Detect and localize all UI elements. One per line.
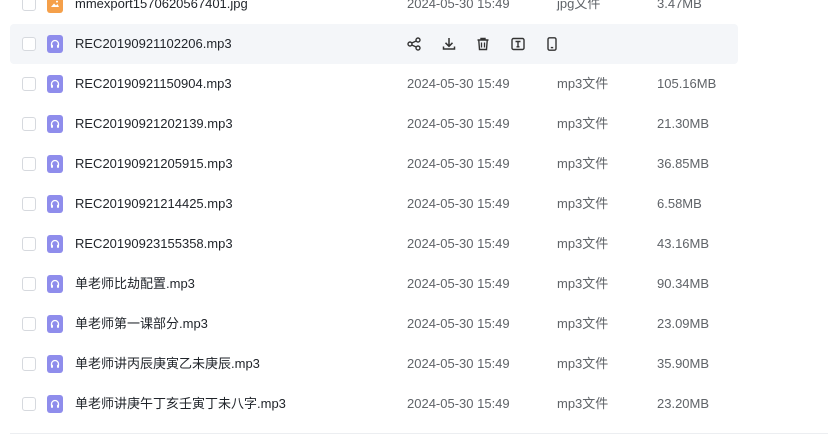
audio-file-icon <box>47 35 63 53</box>
file-row[interactable]: REC20190921202139.mp3 2024-05-30 15:49 mp3… <box>10 104 738 144</box>
file-row[interactable]: mmexport1570620567401.jpg 2024-05-30 15:4… <box>10 0 738 24</box>
row-checkbox[interactable] <box>22 277 36 291</box>
file-name[interactable]: 单老师比劫配置.mp3 <box>75 264 195 304</box>
row-checkbox[interactable] <box>22 117 36 131</box>
file-date: 2024-05-30 15:49 <box>407 316 510 331</box>
row-actions <box>404 24 577 64</box>
file-type: mp3文件 <box>557 396 609 411</box>
row-checkbox[interactable] <box>22 317 36 331</box>
audio-file-icon <box>47 355 63 373</box>
audio-file-icon <box>47 275 63 293</box>
file-size: 43.16MB <box>657 236 710 251</box>
file-date: 2024-05-30 15:49 <box>407 396 510 411</box>
file-size: 6.58MB <box>657 196 702 211</box>
row-checkbox[interactable] <box>22 157 36 171</box>
row-checkbox[interactable] <box>22 77 36 91</box>
file-name[interactable]: 单老师讲庚午丁亥壬寅丁未八字.mp3 <box>75 384 286 424</box>
file-name[interactable]: REC20190921150904.mp3 <box>75 64 232 104</box>
file-size: 105.16MB <box>657 76 717 91</box>
file-size: 23.20MB <box>657 396 710 411</box>
file-name[interactable]: 单老师第一课部分.mp3 <box>75 304 208 344</box>
audio-file-icon <box>47 235 63 253</box>
row-checkbox[interactable] <box>22 237 36 251</box>
file-name[interactable]: REC20190921214425.mp3 <box>75 184 233 224</box>
file-row[interactable]: REC20190923155358.mp3 2024-05-30 15:49 mp3… <box>10 224 738 264</box>
row-checkbox[interactable] <box>22 357 36 371</box>
file-row[interactable]: REC20190921102206.mp3 <box>10 24 738 64</box>
file-size: 35.90MB <box>657 356 710 371</box>
file-row[interactable]: REC20190921214425.mp3 2024-05-30 15:49 mp3… <box>10 184 738 224</box>
file-size: 3.47MB <box>657 0 702 11</box>
audio-file-icon <box>47 75 63 93</box>
row-checkbox[interactable] <box>22 197 36 211</box>
file-row[interactable]: REC20190921150904.mp3 2024-05-30 15:49 mp3… <box>10 64 738 104</box>
rename-icon[interactable] <box>508 34 528 54</box>
file-date: 2024-05-30 15:49 <box>407 276 510 291</box>
file-row[interactable]: 单老师比劫配置.mp3 2024-05-30 15:49 mp3文件 90.34MB <box>10 264 738 304</box>
download-icon[interactable] <box>439 34 459 54</box>
file-row[interactable]: 单老师讲丙辰庚寅乙未庚辰.mp3 2024-05-30 15:49 mp3文件 35.… <box>10 344 738 384</box>
file-date: 2024-05-30 15:49 <box>407 116 510 131</box>
file-row[interactable]: 单老师讲庚午丁亥壬寅丁未八字.mp3 2024-05-30 15:49 mp3文件 2… <box>10 384 738 424</box>
audio-file-icon <box>47 315 63 333</box>
image-file-icon <box>47 0 63 13</box>
row-checkbox[interactable] <box>22 0 36 11</box>
file-date: 2024-05-30 15:49 <box>407 236 510 251</box>
audio-file-icon <box>47 115 63 133</box>
file-type: mp3文件 <box>557 76 609 91</box>
delete-icon[interactable] <box>473 34 493 54</box>
file-name[interactable]: REC20190923155358.mp3 <box>75 224 233 264</box>
file-type: mp3文件 <box>557 236 609 251</box>
file-date: 2024-05-30 15:49 <box>407 156 510 171</box>
file-date: 2024-05-30 15:49 <box>407 356 510 371</box>
file-name[interactable]: REC20190921205915.mp3 <box>75 144 233 184</box>
file-size: 23.09MB <box>657 316 710 331</box>
file-row[interactable]: 单老师第一课部分.mp3 2024-05-30 15:49 mp3文件 23.09MB <box>10 304 738 344</box>
file-row[interactable]: REC20190921205915.mp3 2024-05-30 15:49 mp3… <box>10 144 738 184</box>
row-checkbox[interactable] <box>22 397 36 411</box>
phone-icon[interactable] <box>542 34 562 54</box>
audio-file-icon <box>47 395 63 413</box>
file-date: 2024-05-30 15:49 <box>407 0 510 11</box>
file-size: 90.34MB <box>657 276 710 291</box>
share-icon[interactable] <box>404 34 424 54</box>
file-type: jpg文件 <box>557 0 601 11</box>
file-type: mp3文件 <box>557 116 609 131</box>
row-checkbox[interactable] <box>22 37 36 51</box>
file-size: 21.30MB <box>657 116 710 131</box>
file-name[interactable]: mmexport1570620567401.jpg <box>75 0 248 24</box>
file-size: 36.85MB <box>657 156 710 171</box>
file-name[interactable]: REC20190921202139.mp3 <box>75 104 233 144</box>
file-date: 2024-05-30 15:49 <box>407 76 510 91</box>
file-type: mp3文件 <box>557 356 609 371</box>
file-type: mp3文件 <box>557 156 609 171</box>
audio-file-icon <box>47 155 63 173</box>
file-type: mp3文件 <box>557 316 609 331</box>
file-type: mp3文件 <box>557 276 609 291</box>
audio-file-icon <box>47 195 63 213</box>
file-type: mp3文件 <box>557 196 609 211</box>
file-name[interactable]: REC20190921102206.mp3 <box>75 24 232 64</box>
file-name[interactable]: 单老师讲丙辰庚寅乙未庚辰.mp3 <box>75 344 260 384</box>
file-date: 2024-05-30 15:49 <box>407 196 510 211</box>
